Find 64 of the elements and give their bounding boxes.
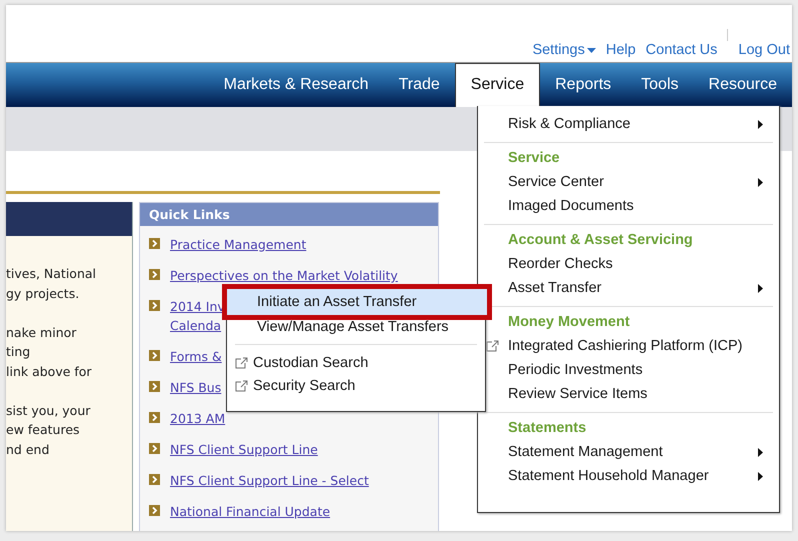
panel-text: ting (6, 344, 30, 359)
chevron-icon (149, 300, 160, 311)
top-link[interactable]: Settings (532, 42, 596, 58)
chevron-icon (149, 238, 160, 249)
panel-text: nake minor (6, 324, 76, 340)
submenu-arrow-icon (758, 448, 763, 456)
submenu-item[interactable]: Security Search (253, 378, 356, 394)
panel-text: tives, National (6, 266, 96, 281)
menu-item[interactable]: Integrated Cashiering Platform (ICP) (508, 338, 771, 354)
chevron-icon (149, 381, 160, 392)
chevron-icon (149, 412, 160, 423)
menu-item[interactable]: Periodic Investments (508, 362, 771, 378)
top-link[interactable]: Log Out (738, 42, 790, 58)
menu-item[interactable]: Imaged Documents (508, 198, 771, 214)
menu-item[interactable]: Asset Transfer (508, 280, 771, 296)
submenu-arrow-icon (758, 120, 763, 128)
nav-tab[interactable]: Resource (694, 63, 792, 107)
quick-link[interactable]: Practice Management (170, 235, 306, 254)
menu-heading: Account & Asset Servicing (507, 231, 694, 250)
menu-item[interactable]: Risk & Compliance (508, 116, 771, 132)
submenu-item[interactable]: View/Manage Asset Transfers (235, 318, 449, 334)
top-link[interactable]: Contact Us (646, 42, 718, 58)
menu-heading: Statements (507, 419, 588, 438)
quick-link[interactable]: National Financial Update (170, 502, 330, 521)
nav-tab[interactable]: Service (454, 63, 540, 107)
quick-link[interactable]: 2013 AM (170, 409, 226, 428)
nav-tab[interactable]: Markets & Research (208, 63, 384, 107)
submenu-arrow-icon (758, 472, 763, 480)
menu-item[interactable]: Review Service Items (508, 386, 771, 402)
submenu-item[interactable]: Custodian Search (253, 354, 368, 370)
chevron-icon (149, 505, 160, 516)
quick-links-title: Quick Links (140, 203, 438, 226)
quick-link[interactable]: NFS Bus (170, 378, 222, 397)
menu-item[interactable]: Service Center (508, 174, 771, 190)
submenu-arrow-icon (758, 284, 763, 292)
nav-tab[interactable]: Trade (384, 63, 455, 107)
submenu-item[interactable]: Initiate an Asset Transfer (227, 288, 487, 314)
quick-link[interactable]: NFS Client Support Line (170, 440, 318, 459)
panel-text: gy projects. (6, 286, 80, 300)
external-link-icon (486, 340, 499, 352)
chevron-icon (149, 350, 160, 361)
menu-item[interactable]: Reorder Checks (508, 256, 771, 272)
chevron-icon (149, 474, 160, 485)
quick-link[interactable]: Perspectives on the Market Volatility (170, 266, 398, 285)
panel-text: nd end (6, 442, 50, 456)
top-link[interactable]: Help (606, 42, 636, 58)
nav-tab[interactable]: Tools (626, 63, 694, 107)
quick-link[interactable]: NFS Client Support Line - Select (170, 471, 369, 490)
quick-link[interactable]: Forms & (170, 347, 222, 366)
menu-heading: Service (507, 149, 561, 168)
quick-link[interactable]: Calenda (170, 316, 225, 335)
external-link-icon (235, 380, 248, 392)
external-link-icon (235, 356, 248, 368)
chevron-icon (149, 443, 160, 454)
panel-text: link above for (6, 364, 92, 378)
menu-heading: Money Movement (507, 313, 631, 332)
nav-tab[interactable]: Reports (540, 63, 626, 107)
chevron-icon (149, 269, 160, 280)
panel-text: ew features (6, 422, 80, 437)
menu-item[interactable]: Statement Household Manager (508, 468, 771, 484)
submenu-arrow-icon (758, 178, 763, 186)
panel-text: sist you, your (6, 402, 90, 418)
caret-icon (586, 48, 596, 52)
menu-item[interactable]: Statement Management (508, 444, 771, 460)
